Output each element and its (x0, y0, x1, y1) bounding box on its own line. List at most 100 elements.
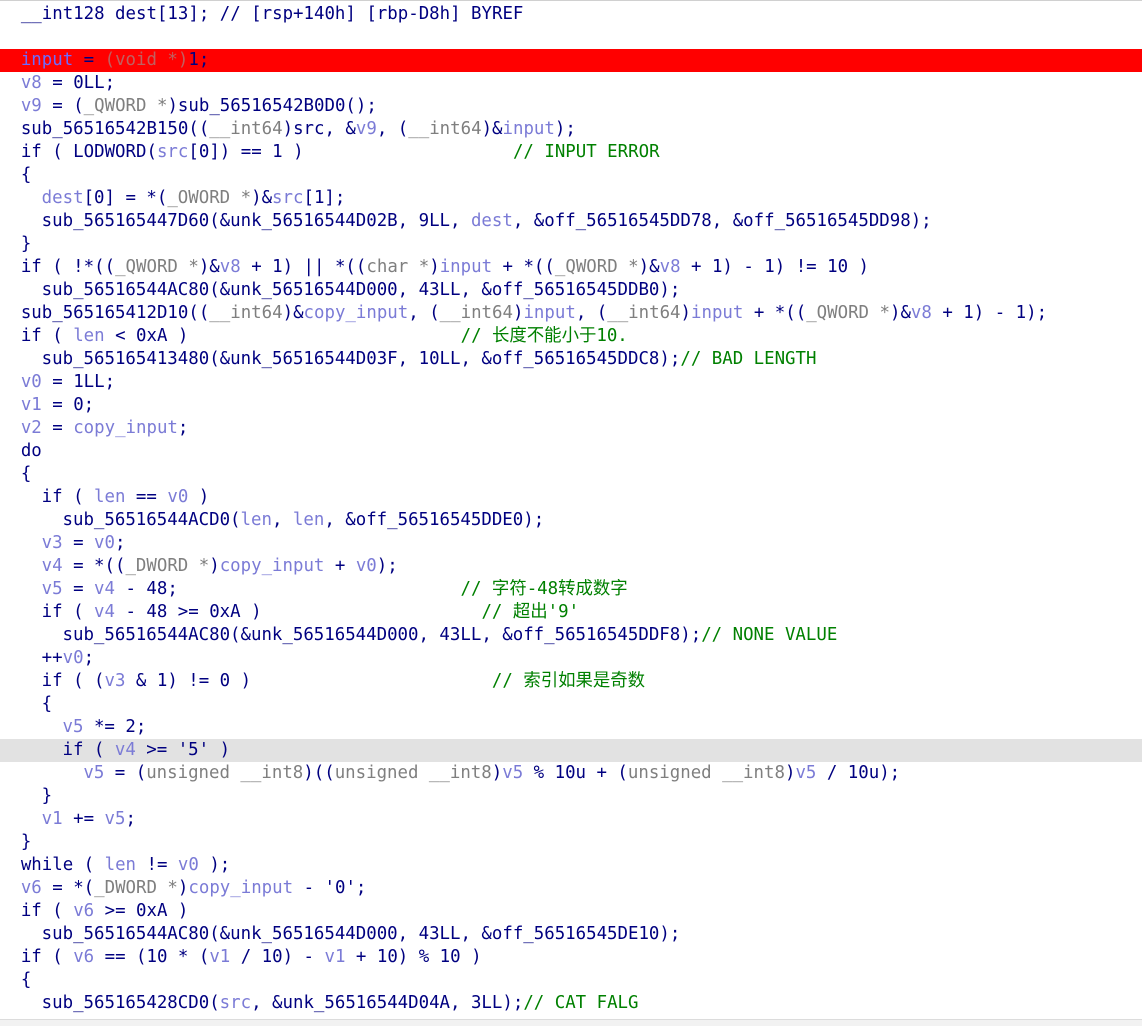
code-token[interactable]: input (503, 119, 555, 139)
code-line-17[interactable]: v0 = 1LL; (0, 371, 1142, 394)
code-token[interactable]: v4 (94, 602, 115, 622)
code-token[interactable]: len (94, 487, 125, 507)
code-line-5[interactable]: v9 = (_QWORD *)sub_56516542B0D0(); (0, 95, 1142, 118)
code-line-22[interactable]: if ( len == v0 ) (0, 486, 1142, 509)
code-line-8[interactable]: { (0, 164, 1142, 187)
code-line-7[interactable]: if ( LODWORD(src[0]) == 1 ) // INPUT ERR… (0, 141, 1142, 164)
code-token[interactable]: v8 (220, 257, 241, 277)
code-token[interactable]: v1 (325, 947, 346, 967)
code-token[interactable]: len (241, 510, 272, 530)
code-line-27[interactable]: if ( v4 - 48 >= 0xA ) // 超出'9' (0, 601, 1142, 624)
code-token: = (73, 50, 105, 70)
code-token[interactable]: src (220, 993, 251, 1013)
code-token[interactable]: len (105, 855, 136, 875)
code-line-3[interactable]: input = (void *)1; (0, 49, 1142, 72)
code-token[interactable]: v0 (356, 556, 377, 576)
code-token: sub_565165413480(&unk_56516544D03F, 10LL… (41, 349, 681, 369)
code-line-23[interactable]: sub_56516544ACD0(len, len, &off_56516545… (0, 509, 1142, 532)
code-token[interactable]: copy_input (188, 878, 293, 898)
code-line-35[interactable]: } (0, 785, 1142, 808)
code-token[interactable]: v9 (356, 119, 377, 139)
code-token[interactable]: v0 (21, 372, 42, 392)
code-line-13[interactable]: sub_56516544AC80(&unk_56516544D000, 43LL… (0, 279, 1142, 302)
code-line-1[interactable]: __int128 dest[13]; // [rsp+140h] [rbp-D8… (0, 3, 1142, 26)
code-token[interactable]: v4 (94, 579, 115, 599)
code-line-42[interactable]: if ( v6 == (10 * (v1 / 10) - v1 + 10) % … (0, 946, 1142, 969)
code-line-39[interactable]: v6 = *(_DWORD *)copy_input - '0'; (0, 877, 1142, 900)
code-token[interactable]: len (293, 510, 324, 530)
code-line-21[interactable]: { (0, 463, 1142, 486)
code-line-24[interactable]: v3 = v0; (0, 532, 1142, 555)
code-token[interactable]: v5 (105, 809, 126, 829)
code-token[interactable]: v8 (21, 73, 42, 93)
code-line-16[interactable]: sub_565165413480(&unk_56516544D03F, 10LL… (0, 348, 1142, 371)
code-line-4[interactable]: v8 = 0LL; (0, 72, 1142, 95)
code-token[interactable]: v6 (73, 901, 94, 921)
code-token[interactable]: src (272, 188, 303, 208)
horizontal-scrollbar[interactable] (0, 1019, 1142, 1026)
code-token: ++ (41, 648, 63, 668)
code-token[interactable]: len (73, 326, 104, 346)
code-token[interactable]: v0 (94, 533, 115, 553)
code-line-34[interactable]: v5 = (unsigned __int8)((unsigned __int8)… (0, 762, 1142, 785)
pseudocode-view[interactable]: __int128 dest[13]; // [rsp+140h] [rbp-D8… (0, 0, 1142, 1026)
code-line-28[interactable]: sub_56516544AC80(&unk_56516544D000, 43LL… (0, 624, 1142, 647)
code-token[interactable]: v3 (42, 533, 63, 553)
code-line-9[interactable]: dest[0] = *(_OWORD *)&src[1]; (0, 187, 1142, 210)
code-line-38[interactable]: while ( len != v0 ); (0, 854, 1142, 877)
code-token[interactable]: copy_input (220, 556, 325, 576)
code-token[interactable]: copy_input (73, 418, 178, 438)
code-token[interactable]: dest (42, 188, 84, 208)
code-token[interactable]: v0 (63, 648, 84, 668)
code-token[interactable]: v6 (73, 947, 94, 967)
code-token[interactable]: v1 (209, 947, 230, 967)
code-token[interactable]: v8 (660, 257, 681, 277)
code-token[interactable]: v8 (911, 303, 932, 323)
code-line-10[interactable]: sub_565165447D60(&unk_56516544D02B, 9LL,… (0, 210, 1142, 233)
code-line-25[interactable]: v4 = *((_DWORD *)copy_input + v0); (0, 555, 1142, 578)
code-token[interactable]: input (523, 303, 575, 323)
code-token[interactable]: input (691, 303, 743, 323)
code-token[interactable]: v9 (21, 96, 42, 116)
code-line-40[interactable]: if ( v6 >= 0xA ) (0, 900, 1142, 923)
code-token[interactable]: v0 (167, 487, 188, 507)
code-token[interactable]: v1 (21, 395, 42, 415)
code-token[interactable]: v5 (795, 763, 816, 783)
code-line-6[interactable]: sub_56516542B150((__int64)src, &v9, (__i… (0, 118, 1142, 141)
code-token[interactable]: v5 (42, 579, 63, 599)
code-token[interactable]: copy_input (304, 303, 409, 323)
code-line-18[interactable]: v1 = 0; (0, 394, 1142, 417)
code-token[interactable]: v5 (63, 717, 84, 737)
code-token[interactable]: v6 (21, 878, 42, 898)
code-line-19[interactable]: v2 = copy_input; (0, 417, 1142, 440)
code-line-32[interactable]: v5 *= 2; (0, 716, 1142, 739)
code-line-30[interactable]: if ( (v3 & 1) != 0 ) // 索引如果是奇数 (0, 670, 1142, 693)
code-line-2[interactable] (0, 26, 1142, 49)
code-token[interactable]: v1 (42, 809, 63, 829)
code-token[interactable]: v4 (42, 556, 63, 576)
code-token[interactable]: dest (471, 211, 513, 231)
code-token: // INPUT ERROR (512, 142, 660, 162)
code-line-37[interactable]: } (0, 831, 1142, 854)
code-line-14[interactable]: sub_565165412D10((__int64)&copy_input, (… (0, 302, 1142, 325)
code-token[interactable]: v0 (178, 855, 199, 875)
code-token[interactable]: v2 (21, 418, 42, 438)
code-token[interactable]: v3 (105, 671, 126, 691)
code-line-41[interactable]: sub_56516544AC80(&unk_56516544D000, 43LL… (0, 923, 1142, 946)
code-line-12[interactable]: if ( !*((_QWORD *)&v8 + 1) || *((char *)… (0, 256, 1142, 279)
code-line-29[interactable]: ++v0; (0, 647, 1142, 670)
code-line-33[interactable]: if ( v4 >= '5' ) (0, 739, 1142, 762)
code-line-43[interactable]: { (0, 969, 1142, 992)
code-token[interactable]: v4 (115, 740, 136, 760)
code-token[interactable]: src (157, 142, 188, 162)
code-line-20[interactable]: do (0, 440, 1142, 463)
code-line-15[interactable]: if ( len < 0xA ) // 长度不能小于10. (0, 325, 1142, 348)
code-token[interactable]: input (440, 257, 492, 277)
code-line-26[interactable]: v5 = v4 - 48; // 字符-48转成数字 (0, 578, 1142, 601)
code-token[interactable]: v5 (83, 763, 104, 783)
code-line-31[interactable]: { (0, 693, 1142, 716)
code-line-36[interactable]: v1 += v5; (0, 808, 1142, 831)
code-token[interactable]: v5 (502, 763, 523, 783)
code-line-44[interactable]: sub_565165428CD0(src, &unk_56516544D04A,… (0, 992, 1142, 1015)
code-line-11[interactable]: } (0, 233, 1142, 256)
